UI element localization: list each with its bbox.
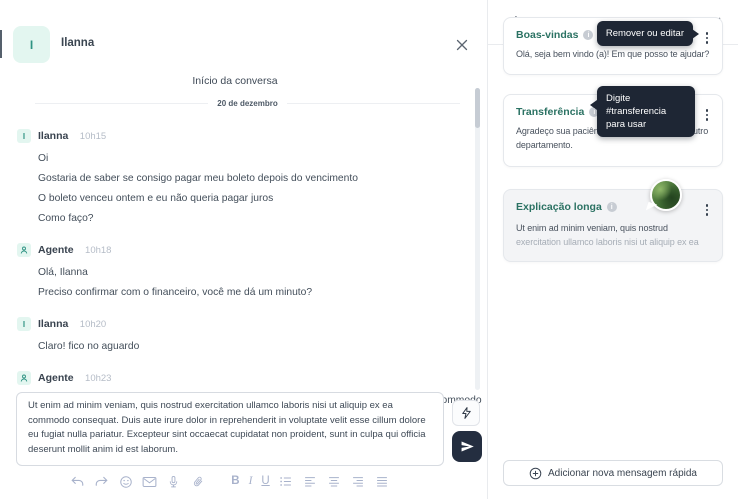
message-text: Claro! fico no aguardo xyxy=(38,337,446,357)
chat-scrollbar-thumb[interactable] xyxy=(475,88,480,128)
message-agente-1: Agente 10h18 Olá, Ilanna Preciso confirm… xyxy=(17,242,446,303)
email-icon[interactable] xyxy=(142,474,157,489)
info-icon[interactable] xyxy=(607,202,617,212)
message-time: 10h15 xyxy=(80,131,106,142)
contact-name: Ilanna xyxy=(61,37,94,49)
avatar-initial: I xyxy=(23,320,25,329)
message-ilanna-2: I Ilanna 10h20 Claro! fico no aguardo xyxy=(17,316,446,357)
add-button-label: Adicionar nova mensagem rápida xyxy=(548,468,697,479)
justify-icon[interactable] xyxy=(375,474,390,489)
undo-icon[interactable] xyxy=(70,474,85,489)
message-avatar xyxy=(17,243,31,257)
card-title: Transferência xyxy=(516,106,584,118)
align-center-icon[interactable] xyxy=(327,474,342,489)
message-text: Gostaria de saber se consigo pagar meu b… xyxy=(38,169,446,189)
card-body: Olá, seja bem vindo (a)! Em que posso te… xyxy=(516,48,710,62)
microphone-icon[interactable] xyxy=(166,474,181,489)
add-quick-message-button[interactable]: Adicionar nova mensagem rápida xyxy=(503,460,723,486)
message-author: Agente xyxy=(38,372,74,384)
plus-circle-icon xyxy=(529,467,542,480)
person-icon xyxy=(19,245,29,255)
message-time: 10h23 xyxy=(85,373,111,384)
chat-scrollbar[interactable] xyxy=(475,88,480,390)
quick-message-card-transferencia[interactable]: Transferência Agradeço sua paciência, te… xyxy=(503,94,723,167)
bold-icon[interactable]: B xyxy=(231,474,239,489)
card-title: Boas-vindas xyxy=(516,29,578,41)
tooltip-remover-ou-editar: Remover ou editar xyxy=(597,21,693,46)
contact-avatar: I xyxy=(13,26,50,63)
message-author: Agente xyxy=(38,244,74,256)
format-toolbar: B I U xyxy=(16,474,444,489)
message-time: 10h20 xyxy=(80,319,106,330)
italic-icon[interactable]: I xyxy=(249,474,253,489)
lightning-bolt-icon xyxy=(460,406,473,420)
kebab-menu-icon[interactable] xyxy=(702,31,712,45)
message-list: I Ilanna 10h15 Oi Gostaria de saber se c… xyxy=(17,128,446,424)
send-button[interactable] xyxy=(452,431,482,462)
quick-message-card-boas-vindas[interactable]: Boas-vindas Olá, seja bem vindo (a)! Em … xyxy=(503,17,723,75)
align-left-icon[interactable] xyxy=(303,474,318,489)
message-author: Ilanna xyxy=(38,130,68,142)
chat-panel: I Ilanna Início da conversa 20 de dezemb… xyxy=(0,0,488,499)
message-avatar: I xyxy=(17,317,31,331)
app-window: I Ilanna Início da conversa 20 de dezemb… xyxy=(0,0,738,499)
info-icon[interactable] xyxy=(583,30,593,40)
underline-icon[interactable]: U xyxy=(261,474,269,489)
kebab-menu-icon[interactable] xyxy=(702,203,712,217)
chat-close-icon[interactable] xyxy=(455,38,469,52)
redo-icon[interactable] xyxy=(94,474,109,489)
card-title: Explicação longa xyxy=(516,201,602,213)
avatar-initial: I xyxy=(23,132,25,141)
quick-message-card-explicacao-longa[interactable]: Explicação longa Ut enim ad minim veniam… xyxy=(503,189,723,262)
chat-header: I Ilanna xyxy=(0,0,488,70)
card-body-line2: exercitation ullamco laboris nisi ut ali… xyxy=(516,236,710,250)
person-icon xyxy=(19,373,29,383)
tooltip-digite-transferencia: Digite #transferencia para usar xyxy=(597,86,695,137)
message-time: 10h18 xyxy=(85,245,111,256)
date-divider: 20 de dezembro xyxy=(35,99,460,108)
conversation-start-label: Início da conversa xyxy=(0,75,470,87)
paper-plane-icon xyxy=(460,440,475,453)
divider-line xyxy=(35,103,208,104)
bullet-list-icon[interactable] xyxy=(279,474,294,489)
date-divider-label: 20 de dezembro xyxy=(217,99,277,108)
message-text: Como faço? xyxy=(38,209,446,229)
divider-line xyxy=(287,103,460,104)
message-text: Preciso confirmar com o financeiro, você… xyxy=(38,283,446,303)
message-text: O boleto venceu ontem e eu não queria pa… xyxy=(38,189,446,209)
align-right-icon[interactable] xyxy=(351,474,366,489)
quick-messages-button[interactable] xyxy=(452,400,480,426)
kebab-menu-icon[interactable] xyxy=(702,108,712,122)
message-text: Oi xyxy=(38,149,446,169)
message-ilanna-1: I Ilanna 10h15 Oi Gostaria de saber se c… xyxy=(17,128,446,229)
message-avatar: I xyxy=(17,129,31,143)
message-avatar xyxy=(17,371,31,385)
message-text: Olá, Ilanna xyxy=(38,263,446,283)
user-presence-avatar xyxy=(650,179,682,211)
card-body-line1: Ut enim ad minim veniam, quis nostrud xyxy=(516,222,710,236)
emoji-icon[interactable] xyxy=(118,474,133,489)
message-composer-input[interactable]: Ut enim ad minim veniam, quis nostrud ex… xyxy=(16,392,444,466)
quick-messages-panel: Mensagens rápidas Boas-vindas Olá, seja … xyxy=(488,0,738,499)
contact-avatar-initial: I xyxy=(30,38,33,52)
message-author: Ilanna xyxy=(38,318,68,330)
attachment-icon[interactable] xyxy=(190,474,205,489)
